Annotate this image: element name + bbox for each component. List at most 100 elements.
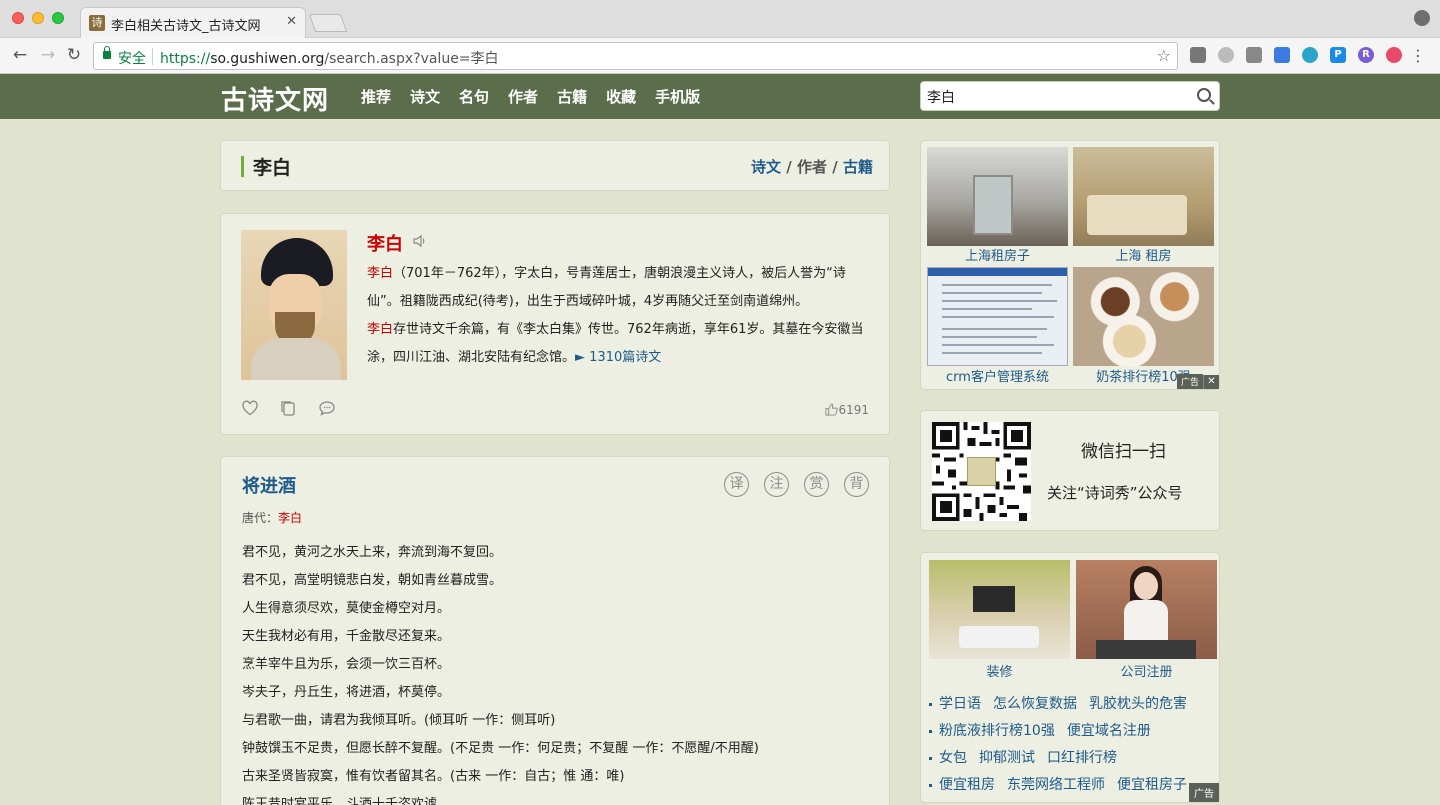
search-box bbox=[920, 81, 1220, 111]
ad-image-company-registration[interactable] bbox=[1076, 560, 1217, 659]
poem-line: 人生得意须尽欢，莫使金樽空对月。 bbox=[242, 601, 451, 616]
copy-icon[interactable] bbox=[279, 399, 297, 417]
ad-link-company-registration[interactable]: 公司注册 bbox=[1076, 661, 1217, 680]
title-accent-bar bbox=[241, 156, 244, 177]
ad-close-icon[interactable]: ✕ bbox=[1203, 375, 1219, 389]
nav-item-mobile[interactable]: 手机版 bbox=[655, 86, 700, 107]
extension-owl-icon[interactable] bbox=[1190, 47, 1206, 63]
ad-link-crm[interactable]: crm客户管理系统 bbox=[927, 366, 1068, 385]
ad-image-rental-2[interactable] bbox=[1073, 147, 1214, 246]
like-count[interactable]: 6191 bbox=[825, 403, 869, 417]
ad-text-link[interactable]: 女包 bbox=[939, 750, 967, 766]
result-filter-links: 诗文 / 作者 / 古籍 bbox=[751, 158, 873, 176]
speaker-icon[interactable] bbox=[412, 233, 428, 249]
extension-r-icon[interactable]: R bbox=[1358, 47, 1374, 63]
ad-text-link[interactable]: 便宜租房 bbox=[939, 777, 995, 793]
ad-link-rental-1[interactable]: 上海租房子 bbox=[927, 245, 1068, 264]
ad-block-1: 上海租房子 上海 租房 crm客户管理系统 奶茶排行榜10强 广告 ✕ bbox=[920, 140, 1220, 390]
forward-arrow-icon[interactable]: → bbox=[38, 45, 58, 65]
browser-tabbar: 诗 李白相关古诗文_古诗文网 ✕ bbox=[0, 0, 1440, 38]
recite-button[interactable]: 背 bbox=[844, 472, 869, 497]
extension-p-icon[interactable]: P bbox=[1330, 47, 1346, 63]
search-input[interactable] bbox=[927, 87, 1187, 107]
ad-block-2: 装修 公司注册 学日语 怎么恢复数据 乳胶枕头的危害 粉底液排行榜10强 便宜域名注册… bbox=[920, 552, 1220, 803]
ad-link-row: 女包 抑郁测试 口红排行榜 bbox=[929, 747, 1214, 774]
nav-item-favorites[interactable]: 收藏 bbox=[606, 86, 636, 107]
ad-image-rental-1[interactable] bbox=[927, 147, 1068, 246]
ad-text-link[interactable]: 东莞网络工程师 bbox=[1007, 777, 1105, 793]
secure-label: 安全 bbox=[118, 51, 146, 67]
extension-globe-icon[interactable] bbox=[1302, 47, 1318, 63]
back-arrow-icon[interactable]: ← bbox=[10, 45, 30, 65]
browser-menu-icon[interactable]: ⋮ bbox=[1410, 46, 1426, 65]
nav-item-books[interactable]: 古籍 bbox=[557, 86, 587, 107]
url-text[interactable]: https://so.gushiwen.org/search.aspx?valu… bbox=[160, 48, 499, 68]
ad-text-link[interactable]: 学日语 bbox=[939, 696, 981, 712]
ad-image-decoration[interactable] bbox=[929, 560, 1070, 659]
ad-text-link[interactable]: 乳胶枕头的危害 bbox=[1089, 696, 1187, 712]
translate-button[interactable]: 译 bbox=[724, 472, 749, 497]
ad-link-row: 学日语 怎么恢复数据 乳胶枕头的危害 bbox=[929, 693, 1214, 720]
ad-text-link[interactable]: 粉底液排行榜10强 bbox=[939, 723, 1055, 739]
annotate-button[interactable]: 注 bbox=[764, 472, 789, 497]
wechat-qr-card: 微信扫一扫 关注“诗词秀”公众号 bbox=[920, 410, 1220, 531]
close-window-button[interactable] bbox=[12, 12, 24, 24]
extension-circle-icon[interactable] bbox=[1218, 47, 1234, 63]
qr-scan-text: 微信扫一扫 bbox=[1081, 442, 1166, 462]
ad-text-link[interactable]: 抑郁测试 bbox=[979, 750, 1035, 766]
author-card: 李白 李白（701年－762年），字太白，号青莲居士，唐朝浪漫主义诗人，被后人誉… bbox=[220, 213, 890, 435]
ad-text-link[interactable]: 便宜域名注册 bbox=[1067, 723, 1151, 739]
ad-link-decoration[interactable]: 装修 bbox=[929, 661, 1070, 680]
author-poems-link[interactable]: ► 1310篇诗文 bbox=[575, 350, 661, 365]
ad-link-rental-2[interactable]: 上海 租房 bbox=[1073, 245, 1214, 264]
poem-line: 烹羊宰牛且为乐，会须一饮三百杯。 bbox=[242, 657, 451, 672]
poem-line: 君不见，高堂明镜悲白发，朝如青丝暮成雪。 bbox=[242, 573, 503, 588]
site-favicon-icon: 诗 bbox=[89, 15, 105, 31]
profile-icon[interactable] bbox=[1414, 10, 1430, 26]
thumbs-up-icon bbox=[825, 403, 839, 416]
tab-title: 李白相关古诗文_古诗文网 bbox=[111, 19, 261, 34]
ad-text-link[interactable]: 口红排行榜 bbox=[1047, 750, 1117, 766]
search-icon[interactable] bbox=[1197, 88, 1211, 102]
nav-item-recommend[interactable]: 推荐 bbox=[361, 86, 391, 107]
nav-item-authors[interactable]: 作者 bbox=[508, 86, 538, 107]
extension-star-icon[interactable] bbox=[1386, 47, 1402, 63]
new-tab-button[interactable] bbox=[308, 14, 348, 32]
poem-line: 天生我材必有用，千金散尽还复来。 bbox=[242, 629, 451, 644]
browser-toolbar: ← → ↻ 安全 https://so.gushiwen.org/search.… bbox=[0, 38, 1440, 74]
author-name[interactable]: 李白 bbox=[367, 230, 403, 256]
poem-title[interactable]: 将进酒 bbox=[242, 472, 296, 498]
extension-pocket-icon[interactable] bbox=[1274, 47, 1290, 63]
ad-image-crm[interactable] bbox=[927, 267, 1068, 366]
filter-link-books[interactable]: 古籍 bbox=[843, 158, 873, 176]
result-title-card: 李白 诗文 / 作者 / 古籍 bbox=[220, 140, 890, 191]
ad-image-milk-tea[interactable] bbox=[1073, 267, 1214, 366]
heart-icon[interactable] bbox=[241, 399, 259, 417]
poem-line: 君不见，黄河之水天上来，奔流到海不复回。 bbox=[242, 545, 503, 560]
author-portrait[interactable] bbox=[241, 230, 347, 380]
tab-close-icon[interactable]: ✕ bbox=[286, 14, 297, 29]
nav-item-quotes[interactable]: 名句 bbox=[459, 86, 489, 107]
poem-body: 君不见，黄河之水天上来，奔流到海不复回。 君不见，高堂明镜悲白发，朝如青丝暮成雪… bbox=[242, 539, 872, 805]
nav-item-poems[interactable]: 诗文 bbox=[410, 86, 440, 107]
browser-tab[interactable]: 诗 李白相关古诗文_古诗文网 ✕ bbox=[80, 7, 306, 38]
poem-author-link[interactable]: 李白 bbox=[278, 511, 302, 525]
filter-link-poems[interactable]: 诗文 bbox=[751, 158, 781, 176]
poem-line: 与君歌一曲，请君为我倾耳听。(倾耳听 一作：侧耳听) bbox=[242, 713, 556, 728]
filter-link-authors[interactable]: 作者 bbox=[797, 158, 827, 176]
qr-follow-text: 关注“诗词秀”公众号 bbox=[1047, 484, 1183, 502]
minimize-window-button[interactable] bbox=[32, 12, 44, 24]
ad-text-link[interactable]: 怎么恢复数据 bbox=[993, 696, 1077, 712]
site-logo[interactable]: 古诗文网 bbox=[221, 80, 329, 117]
extension-translate-icon[interactable] bbox=[1246, 47, 1262, 63]
address-bar[interactable]: 安全 https://so.gushiwen.org/search.aspx?v… bbox=[93, 42, 1178, 70]
maximize-window-button[interactable] bbox=[52, 12, 64, 24]
bookmark-star-icon[interactable]: ☆ bbox=[1157, 46, 1171, 65]
page-title: 李白 bbox=[253, 157, 292, 179]
ad-text-link[interactable]: 便宜租房子 bbox=[1117, 777, 1187, 793]
comment-icon[interactable] bbox=[318, 399, 336, 417]
appreciate-button[interactable]: 赏 bbox=[804, 472, 829, 497]
lock-icon bbox=[103, 46, 111, 59]
reload-icon[interactable]: ↻ bbox=[64, 45, 84, 65]
poem-line: 古来圣贤皆寂寞，惟有饮者留其名。(古来 一作：自古；惟 通：唯) bbox=[242, 769, 625, 784]
